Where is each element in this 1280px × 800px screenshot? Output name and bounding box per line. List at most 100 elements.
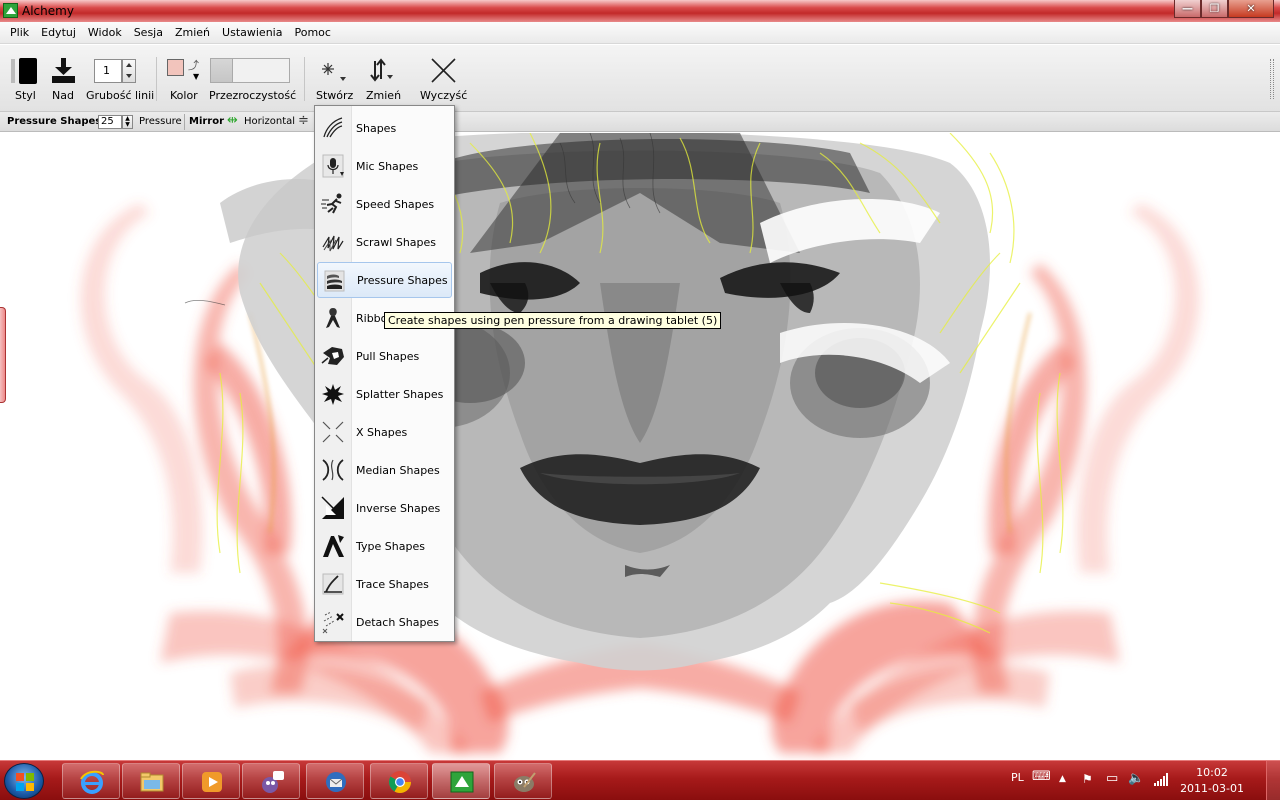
taskbar-media-player[interactable] (182, 763, 240, 799)
above-label: Nad (52, 89, 74, 102)
menu-item-x-shapes[interactable]: X Shapes (317, 414, 452, 450)
menu-item-pull-shapes[interactable]: Pull Shapes (317, 338, 452, 374)
taskbar-thunderbird[interactable] (306, 763, 364, 799)
above-button[interactable]: Nad (50, 45, 80, 112)
clear-x-icon (431, 58, 456, 83)
title-bar: Alchemy — ❐ ✕ (0, 0, 1280, 22)
taskbar-alchemy[interactable] (432, 763, 490, 799)
drawing-canvas[interactable] (0, 133, 1280, 760)
show-desktop-button[interactable] (1266, 761, 1280, 800)
taskbar-internet-explorer[interactable] (62, 763, 120, 799)
create-button[interactable]: Stwórz (314, 45, 354, 112)
toolbar-divider (156, 57, 157, 101)
style-label: Styl (15, 89, 36, 102)
menu-bar: Plik Edytuj Widok Sesja Zmień Ustawienia… (0, 22, 1280, 44)
menu-item-scrawl-shapes[interactable]: Scrawl Shapes (317, 224, 452, 260)
menu-item-splatter-shapes[interactable]: Splatter Shapes (317, 376, 452, 412)
menu-edit[interactable]: Edytuj (35, 26, 82, 39)
close-button[interactable]: ✕ (1228, 0, 1274, 18)
menu-item-trace-shapes[interactable]: Trace Shapes (317, 566, 452, 602)
action-center-flag-icon[interactable]: ⚑ (1082, 772, 1093, 786)
style-button[interactable]: Styl (10, 45, 44, 112)
pressure-value-input[interactable]: 25 (98, 115, 122, 129)
window-title: Alchemy (22, 4, 74, 18)
line-width-stepper[interactable] (122, 59, 136, 83)
volume-icon[interactable]: 🔈 (1128, 771, 1144, 786)
transparency-control: Przezroczystość (209, 45, 297, 112)
menu-file[interactable]: Plik (4, 26, 35, 39)
menu-item-label: Type Shapes (356, 539, 425, 553)
menu-item-speed-shapes[interactable]: Speed Shapes (317, 186, 452, 222)
side-panel-handle[interactable] (0, 307, 6, 403)
menu-view[interactable]: Widok (82, 26, 128, 39)
gimp-icon (514, 772, 536, 792)
menu-item-pressure-shapes[interactable]: Pressure Shapes (317, 262, 452, 298)
thunderbird-icon (326, 772, 346, 792)
keyboard-icon[interactable]: ⌨ (1032, 769, 1051, 784)
color-button[interactable]: ⤴ ▼ Kolor (164, 45, 204, 112)
taskbar-gimp[interactable] (494, 763, 552, 799)
menu-item-mic-shapes[interactable]: Mic Shapes (317, 148, 452, 184)
menu-item-inverse-shapes[interactable]: Inverse Shapes (317, 490, 452, 526)
create-sparkle-icon (322, 63, 346, 81)
menu-item-type-shapes[interactable]: Type Shapes (317, 528, 452, 564)
start-button[interactable] (4, 763, 44, 799)
menu-item-label: Splatter Shapes (356, 387, 444, 401)
mirror-horizontal-icon[interactable]: ⇹ (227, 114, 238, 128)
style-icon (11, 58, 37, 84)
menu-item-label: Scrawl Shapes (356, 235, 437, 249)
chevron-down-icon (126, 74, 132, 78)
taskbar-chrome[interactable] (370, 763, 428, 799)
menu-item-label: Trace Shapes (356, 577, 429, 591)
clear-label: Wyczyść (420, 89, 468, 102)
clock[interactable]: 10:02 2011-03-01 (1180, 765, 1244, 797)
menu-item-median-shapes[interactable]: Median Shapes (317, 452, 452, 488)
minimize-button[interactable]: — (1174, 0, 1201, 18)
scrawl-icon (322, 235, 344, 252)
menu-item-label: Pressure Shapes (357, 273, 448, 287)
menu-item-shapes[interactable]: Shapes (317, 110, 452, 146)
mirror-vertical-icon[interactable]: ≑ (298, 114, 309, 128)
menu-settings[interactable]: Ustawienia (216, 26, 288, 39)
toolbar-grip[interactable] (1270, 59, 1274, 99)
inverse-icon (321, 496, 344, 519)
swap-colors-icon: ⤴ (188, 59, 199, 72)
taskbar-file-explorer[interactable] (122, 763, 180, 799)
menu-item-detach-shapes[interactable]: Detach Shapes (317, 604, 452, 640)
horizontal-label[interactable]: Horizontal (244, 116, 295, 127)
maximize-button[interactable]: ❐ (1201, 0, 1228, 18)
splatter-icon (322, 384, 344, 405)
menu-session[interactable]: Sesja (128, 26, 169, 39)
modify-arrows-icon (370, 58, 393, 82)
menu-item-label: Mic Shapes (356, 159, 419, 173)
canvas-artwork (80, 133, 1200, 753)
clock-time: 10:02 (1196, 766, 1228, 779)
mirror-label: Mirror (189, 116, 225, 127)
menu-help[interactable]: Pomoc (288, 26, 336, 39)
pressure-label[interactable]: Pressure (139, 116, 182, 127)
modify-button[interactable]: Zmień (364, 45, 401, 112)
runner-icon (321, 193, 342, 214)
taskbar-messenger[interactable] (242, 763, 300, 799)
pressure-value-stepper[interactable]: ▲ ▼ (122, 115, 133, 129)
media-player-icon (202, 772, 222, 792)
menu-modify[interactable]: Zmień (169, 26, 216, 39)
window-controls: — ❐ ✕ (1174, 0, 1274, 18)
layer-above-icon (52, 58, 75, 83)
transparency-slider[interactable] (210, 58, 290, 83)
line-width-input[interactable]: 1 (94, 59, 122, 83)
transparency-slider-thumb[interactable] (211, 59, 233, 82)
internet-explorer-icon (80, 770, 104, 794)
clear-button[interactable]: Wyczyść (419, 45, 469, 112)
line-width-control: 1 Grubość linii (86, 45, 154, 112)
show-hidden-icons-icon[interactable]: ▲ (1059, 774, 1066, 784)
network-signal-icon[interactable] (1154, 773, 1170, 787)
power-icon[interactable]: ▭ (1106, 771, 1118, 786)
microphone-icon (322, 154, 344, 178)
menu-item-label: X Shapes (356, 425, 408, 439)
transparency-label: Przezroczystość (209, 89, 297, 102)
language-indicator[interactable]: PL (1011, 771, 1024, 784)
alchemy-app-icon (3, 3, 18, 18)
detach-icon (322, 611, 344, 634)
pressure-shapes-label: Pressure Shapes (7, 116, 102, 127)
